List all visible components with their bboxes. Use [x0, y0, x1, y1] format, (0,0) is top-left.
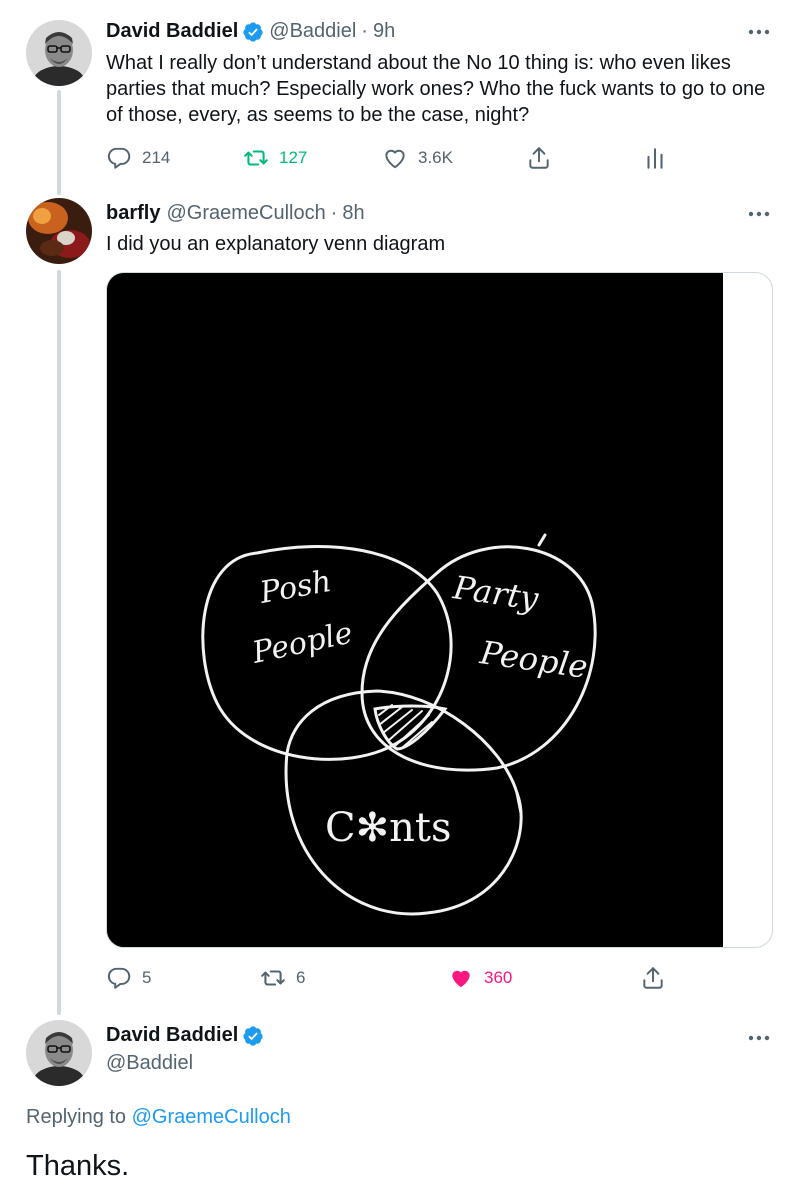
like-count: 360 — [484, 968, 513, 987]
like-icon — [385, 149, 405, 169]
analytics-icon — [647, 148, 663, 169]
tweet-text: I did you an explanatory venn diagram — [106, 233, 446, 255]
display-name[interactable]: barfly — [106, 202, 160, 225]
reply-icon — [107, 147, 131, 169]
thread-connector-line — [57, 270, 61, 1015]
like-icon — [452, 970, 470, 988]
verified-badge-icon — [242, 21, 264, 43]
user-handle[interactable]: @Baddiel — [106, 1052, 193, 1075]
reply-button[interactable]: 5 — [106, 963, 151, 993]
timestamp[interactable]: 9h — [373, 20, 395, 43]
retweet-count: 6 — [296, 968, 306, 987]
tweet-text-line: parties that much? Especially work ones?… — [106, 78, 766, 100]
tweet-text: What I really don’t understand about the… — [106, 50, 765, 128]
user-handle[interactable]: @Baddiel — [269, 20, 356, 43]
like-button[interactable]: 3.6K — [382, 143, 453, 173]
replying-to-link[interactable]: @GraemeCulloch — [132, 1106, 291, 1128]
like-count: 3.6K — [418, 148, 453, 167]
avatar[interactable] — [26, 20, 92, 86]
thread-connector-line — [57, 90, 61, 195]
separator-dot: · — [330, 202, 338, 224]
separator-dot: · — [361, 20, 368, 42]
reply-count: 5 — [142, 968, 152, 987]
venn-diagram-image: Posh People Party People C✻nts — [107, 273, 723, 947]
verified-badge-icon — [242, 1025, 264, 1047]
retweet-count: 127 — [279, 148, 308, 167]
share-icon — [643, 967, 663, 989]
tweet-header: David Baddiel @Baddiel · 9h — [106, 20, 395, 43]
more-icon[interactable] — [746, 22, 772, 42]
tweet-actions: 5 6 360 — [106, 963, 706, 993]
tweet-actions: 214 127 3.6K — [106, 143, 706, 173]
venn-label-cnts: C✻nts — [325, 805, 451, 851]
reply-icon — [107, 967, 131, 989]
analytics-button[interactable] — [642, 143, 678, 173]
avatar[interactable] — [26, 1020, 92, 1086]
more-icon[interactable] — [746, 1028, 772, 1048]
tweet-header: barfly @GraemeCulloch · 8h — [106, 202, 365, 225]
tweet-text: Thanks. — [26, 1150, 130, 1182]
replying-prefix: Replying to — [26, 1106, 132, 1128]
replying-to: Replying to @GraemeCulloch — [26, 1106, 291, 1129]
reply-count: 214 — [142, 148, 171, 167]
tweet-header: David Baddiel — [106, 1024, 269, 1047]
display-name[interactable]: David Baddiel — [106, 20, 238, 43]
attached-image[interactable]: Posh People Party People C✻nts — [106, 272, 773, 948]
share-button[interactable] — [526, 143, 562, 173]
retweet-icon — [261, 970, 285, 986]
user-handle[interactable]: @GraemeCulloch — [166, 202, 325, 225]
reply-button[interactable]: 214 — [106, 143, 170, 173]
retweet-icon — [244, 150, 268, 166]
like-button[interactable]: 360 — [448, 963, 512, 993]
share-button[interactable] — [640, 963, 676, 993]
tweet-text-line: of those, every, as seems to be the case… — [106, 104, 530, 126]
timestamp[interactable]: 8h — [342, 202, 364, 225]
display-name[interactable]: David Baddiel — [106, 1024, 238, 1047]
share-icon — [529, 147, 549, 169]
more-icon[interactable] — [746, 204, 772, 224]
avatar[interactable] — [26, 198, 92, 264]
tweet-text-line: What I really don’t understand about the… — [106, 52, 731, 74]
retweet-button[interactable]: 6 — [260, 963, 305, 993]
retweet-button[interactable]: 127 — [243, 143, 307, 173]
